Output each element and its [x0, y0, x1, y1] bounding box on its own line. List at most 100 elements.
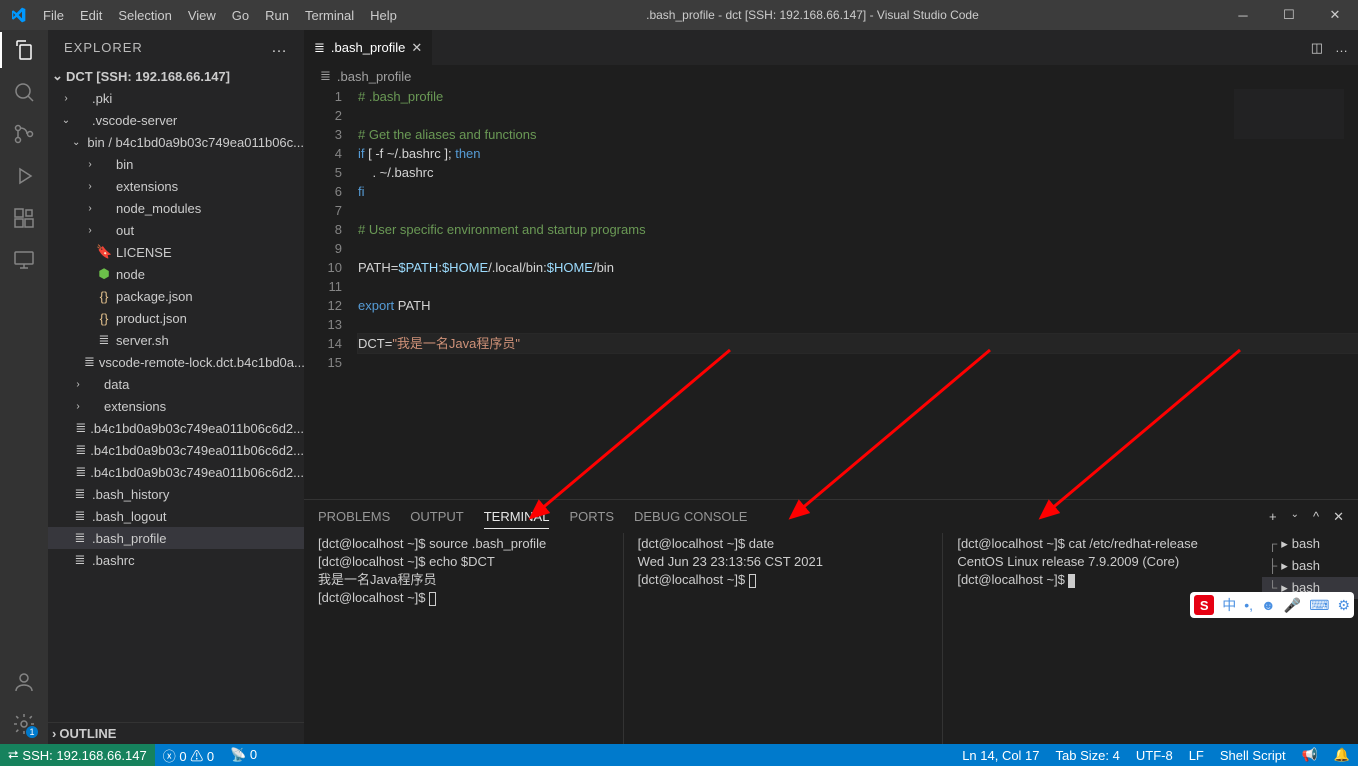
tree-label: node: [116, 267, 145, 282]
tree-item[interactable]: ⌄.vscode-server: [48, 109, 304, 131]
panel-tab-debug-console[interactable]: DEBUG CONSOLE: [634, 505, 747, 528]
terminal-list-item[interactable]: ┌ ▸ bash: [1262, 533, 1358, 555]
folder-header[interactable]: ⌄ DCT [SSH: 192.168.66.147]: [48, 65, 304, 87]
tree-item[interactable]: ≣.b4c1bd0a9b03c749ea011b06c6d2...: [48, 417, 304, 439]
ime-punct-icon[interactable]: •,: [1244, 597, 1253, 613]
tree-label: vscode-remote-lock.dct.b4c1bd0a...: [99, 355, 304, 370]
terminal-pane-3[interactable]: [dct@localhost ~]$ cat /etc/redhat-relea…: [943, 533, 1262, 744]
remote-indicator[interactable]: ⮂ SSH: 192.168.66.147: [0, 744, 155, 766]
tree-item[interactable]: 🔖LICENSE: [48, 241, 304, 263]
close-button[interactable]: ✕: [1312, 0, 1358, 30]
more-actions-icon[interactable]: …: [1335, 40, 1348, 56]
menu-selection[interactable]: Selection: [110, 8, 179, 23]
eol[interactable]: LF: [1181, 748, 1212, 763]
settings-icon[interactable]: 1: [12, 712, 36, 736]
remote-icon: ⮂: [8, 747, 18, 763]
close-icon[interactable]: ✕: [411, 40, 422, 56]
notifications-icon[interactable]: 🔔: [1326, 747, 1358, 763]
extensions-icon[interactable]: [12, 206, 36, 230]
menu-help[interactable]: Help: [362, 8, 405, 23]
ime-emoji-icon[interactable]: ☻: [1261, 597, 1276, 613]
panel: PROBLEMS OUTPUT TERMINAL PORTS DEBUG CONSOLE…: [304, 499, 1358, 744]
code-content[interactable]: # .bash_profile # Get the aliases and fu…: [358, 87, 1358, 499]
encoding[interactable]: UTF-8: [1128, 748, 1181, 763]
feedback-icon[interactable]: 📢: [1294, 747, 1326, 763]
ime-lang[interactable]: 中: [1222, 595, 1236, 615]
ime-voice-icon[interactable]: 🎤: [1284, 597, 1301, 614]
tree-item[interactable]: ›.pki: [48, 87, 304, 109]
explorer-title: EXPLORER: [64, 40, 143, 55]
tree-item[interactable]: ≣server.sh: [48, 329, 304, 351]
split-terminal-chevron-icon[interactable]: ⌄: [1291, 505, 1299, 529]
menu-terminal[interactable]: Terminal: [297, 8, 362, 23]
explorer-icon[interactable]: [12, 38, 36, 62]
file-icon: ≣: [320, 68, 331, 84]
cursor-position[interactable]: Ln 14, Col 17: [954, 748, 1047, 763]
minimize-button[interactable]: ─: [1220, 0, 1266, 30]
more-icon[interactable]: …: [271, 39, 288, 57]
terminal-list-item[interactable]: ├ ▸ bash: [1262, 555, 1358, 577]
sogou-icon[interactable]: S: [1194, 595, 1214, 615]
code-editor[interactable]: 123456789101112131415 # .bash_profile # …: [304, 87, 1358, 499]
panel-tab-output[interactable]: OUTPUT: [410, 505, 463, 528]
tree-label: bin / b4c1bd0a9b03c749ea011b06c...: [87, 135, 304, 150]
menu-view[interactable]: View: [180, 8, 224, 23]
accounts-icon[interactable]: [12, 670, 36, 694]
close-panel-icon[interactable]: ✕: [1333, 505, 1344, 529]
ime-keyboard-icon[interactable]: ⌨: [1309, 597, 1329, 614]
file-icon: ≣: [72, 508, 88, 524]
tree-label: .pki: [92, 91, 112, 106]
file-icon: ⬢: [96, 266, 112, 282]
tree-label: .b4c1bd0a9b03c749ea011b06c6d2...: [90, 421, 304, 436]
split-editor-icon[interactable]: ◫: [1311, 40, 1323, 56]
tree-item[interactable]: ≣vscode-remote-lock.dct.b4c1bd0a...: [48, 351, 304, 373]
remote-explorer-icon[interactable]: [12, 248, 36, 272]
menu-file[interactable]: File: [35, 8, 72, 23]
maximize-panel-icon[interactable]: ^: [1313, 505, 1319, 529]
tree-item[interactable]: ›extensions: [48, 395, 304, 417]
tree-item[interactable]: ≣.bash_logout: [48, 505, 304, 527]
menu-edit[interactable]: Edit: [72, 8, 110, 23]
tree-item[interactable]: ≣.b4c1bd0a9b03c749ea011b06c6d2...: [48, 461, 304, 483]
tree-item[interactable]: ⌄bin / b4c1bd0a9b03c749ea011b06c...: [48, 131, 304, 153]
terminal-pane-1[interactable]: [dct@localhost ~]$ source .bash_profile[…: [304, 533, 624, 744]
tree-item[interactable]: ⬢ node: [48, 263, 304, 285]
maximize-button[interactable]: ☐: [1266, 0, 1312, 30]
ime-settings-icon[interactable]: ⚙: [1337, 597, 1350, 614]
ime-toolbar[interactable]: S 中 •, ☻ 🎤 ⌨ ⚙: [1190, 592, 1354, 618]
tree-item[interactable]: ≣.bashrc: [48, 549, 304, 571]
tree-item[interactable]: ≣.bash_history: [48, 483, 304, 505]
file-tree: ›.pki⌄.vscode-server⌄bin / b4c1bd0a9b03c…: [48, 87, 304, 722]
panel-tab-problems[interactable]: PROBLEMS: [318, 505, 390, 528]
titlebar: FileEditSelectionViewGoRunTerminalHelp .…: [0, 0, 1358, 30]
remote-label: SSH: 192.168.66.147: [22, 748, 146, 763]
minimap[interactable]: [1234, 89, 1344, 139]
tab-size[interactable]: Tab Size: 4: [1048, 748, 1128, 763]
tree-label: extensions: [116, 179, 178, 194]
tree-item[interactable]: {}product.json: [48, 307, 304, 329]
tree-item[interactable]: ›node_modules: [48, 197, 304, 219]
menu-run[interactable]: Run: [257, 8, 297, 23]
panel-tab-ports[interactable]: PORTS: [569, 505, 614, 528]
file-icon: ≣: [75, 442, 86, 458]
tree-item[interactable]: {}package.json: [48, 285, 304, 307]
new-terminal-icon[interactable]: +: [1269, 505, 1277, 529]
problems-status[interactable]: ⓧ 0 ⚠ 0: [155, 746, 222, 765]
language-mode[interactable]: Shell Script: [1212, 748, 1294, 763]
tree-item[interactable]: ›extensions: [48, 175, 304, 197]
source-control-icon[interactable]: [12, 122, 36, 146]
outline-header[interactable]: › OUTLINE: [48, 722, 304, 744]
tree-item[interactable]: ≣.bash_profile: [48, 527, 304, 549]
terminal-pane-2[interactable]: [dct@localhost ~]$ dateWed Jun 23 23:13:…: [624, 533, 944, 744]
run-debug-icon[interactable]: [12, 164, 36, 188]
search-icon[interactable]: [12, 80, 36, 104]
breadcrumb[interactable]: ≣ .bash_profile: [304, 65, 1358, 87]
menu-go[interactable]: Go: [224, 8, 257, 23]
panel-tab-terminal[interactable]: TERMINAL: [484, 505, 550, 529]
ports-status[interactable]: 📡 0: [222, 747, 265, 763]
tree-item[interactable]: ›bin: [48, 153, 304, 175]
tab-bash-profile[interactable]: ≣ .bash_profile ✕: [304, 30, 433, 65]
tree-item[interactable]: ›out: [48, 219, 304, 241]
tree-item[interactable]: ≣.b4c1bd0a9b03c749ea011b06c6d2...: [48, 439, 304, 461]
tree-item[interactable]: ›data: [48, 373, 304, 395]
